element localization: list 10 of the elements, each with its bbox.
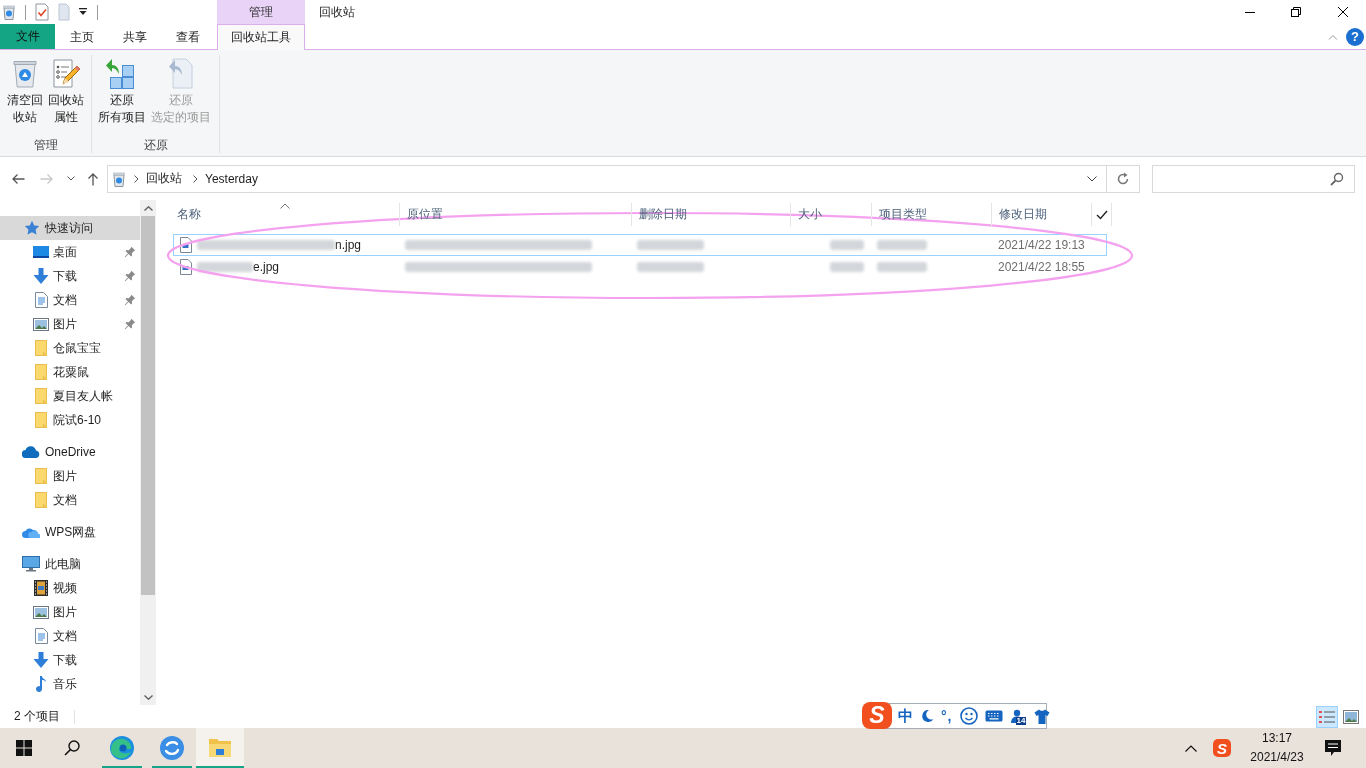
group-label: 还原 [142,137,169,153]
file-name: e.jpg [253,260,280,274]
item-count: 2 个项目 [14,708,60,725]
modified-date: 2021/4/22 18:55 [998,260,1085,274]
count-badge: 14 [1015,717,1027,725]
modified-date: 2021/4/22 19:13 [998,238,1085,252]
group-label: 管理 [32,137,59,153]
window-title: 回收站 [318,3,355,21]
context-tab-header: 管理 [217,0,305,24]
file-name: n.jpg [335,238,362,252]
